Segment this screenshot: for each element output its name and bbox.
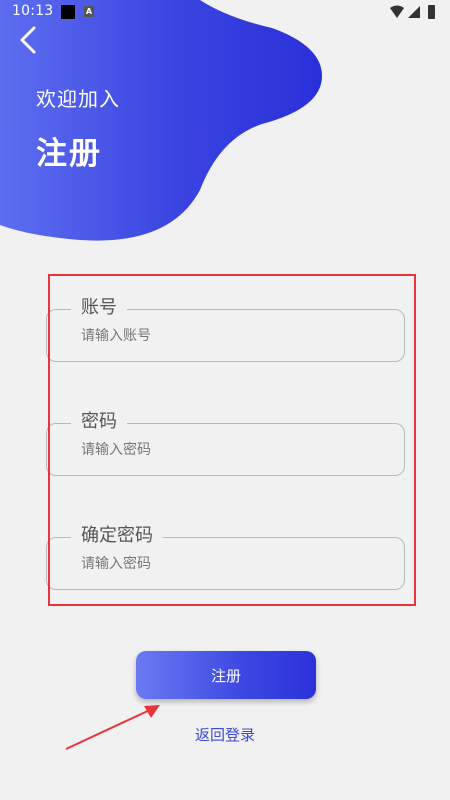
welcome-text: 欢迎加入 xyxy=(36,87,120,111)
wifi-icon xyxy=(390,5,404,18)
form-highlight-box xyxy=(48,274,416,606)
page-title: 注册 xyxy=(36,136,102,172)
status-bar: 10:13 A xyxy=(0,0,450,24)
annotation-arrow-icon xyxy=(65,705,160,750)
keyboard-icon: A xyxy=(84,6,94,17)
status-icons xyxy=(390,5,435,19)
notification-icon xyxy=(61,5,75,19)
back-arrow-icon[interactable] xyxy=(14,24,44,56)
register-button[interactable]: 注册 xyxy=(136,651,316,699)
signal-icon xyxy=(408,6,420,18)
battery-icon xyxy=(428,5,435,19)
status-time: 10:13 xyxy=(12,3,54,19)
